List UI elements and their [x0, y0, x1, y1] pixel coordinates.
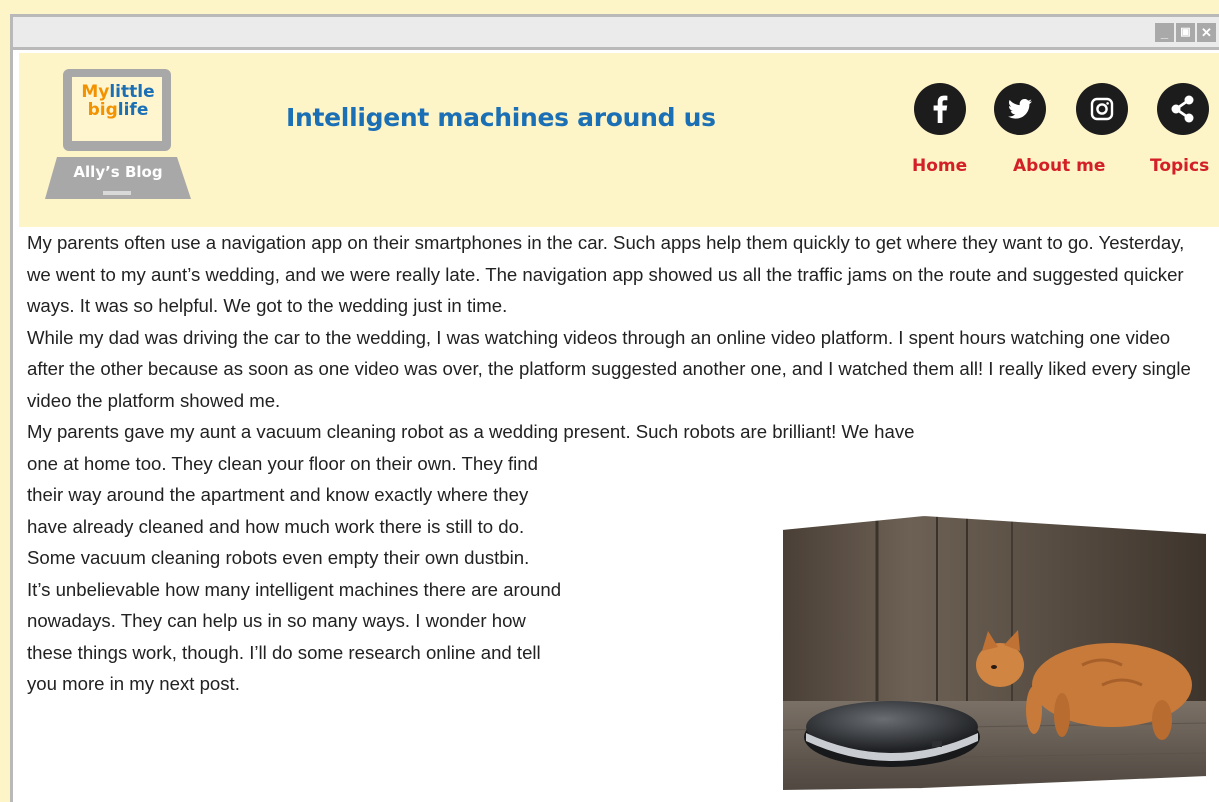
- logo-caption: Ally’s Blog: [73, 163, 163, 181]
- share-icon[interactable]: [1157, 83, 1209, 135]
- post-paragraph-3-wrapped: one at home too. They clean your floor o…: [27, 448, 727, 700]
- page-title: Intelligent machines around us: [286, 103, 716, 132]
- post-line: these things work, though. I’ll do some …: [27, 641, 541, 663]
- post-paragraph-3-first-line: My parents gave my aunt a vacuum cleanin…: [27, 421, 915, 442]
- title-bar: _ ▣ ✕: [13, 17, 1219, 50]
- post-paragraph-1: My parents often use a navigation app on…: [27, 232, 1185, 316]
- post-line: have already cleaned and how much work t…: [27, 515, 525, 537]
- post-line: you more in my next post.: [27, 673, 240, 694]
- instagram-icon[interactable]: [1076, 83, 1128, 135]
- logo-word-life: life: [117, 100, 149, 120]
- facebook-icon[interactable]: [914, 83, 966, 135]
- minimize-icon[interactable]: _: [1155, 23, 1174, 42]
- logo-word-my: My: [81, 82, 110, 102]
- nav-about-link[interactable]: About me: [1013, 156, 1105, 176]
- post-line: It’s unbelievable how many intelligent m…: [27, 578, 562, 600]
- facebook-glyph: [933, 95, 948, 123]
- share-glyph: [1171, 95, 1194, 123]
- post-line: their way around the apartment and know …: [27, 484, 529, 505]
- post-line: nowadays. They can help us in so many wa…: [27, 610, 526, 631]
- nav-home-link[interactable]: Home: [912, 156, 967, 176]
- post-line: one at home too. They clean your floor o…: [27, 452, 538, 474]
- instagram-glyph: [1090, 97, 1114, 121]
- restore-icon[interactable]: ▣: [1176, 23, 1195, 42]
- logo-text: Mylittle biglife: [73, 83, 163, 119]
- logo-word-little: little: [109, 82, 155, 102]
- nav-topics-link[interactable]: Topics: [1150, 156, 1209, 176]
- post-line: Some vacuum cleaning robots even empty t…: [27, 547, 530, 568]
- twitter-glyph: [1008, 98, 1032, 119]
- blog-logo[interactable]: Mylittle biglife Ally’s Blog: [43, 63, 193, 203]
- blog-header: Mylittle biglife Ally’s Blog Intelligent…: [19, 53, 1219, 227]
- cat-and-robot-vacuum-image: [781, 513, 1208, 793]
- post-paragraph-2: While my dad was driving the car to the …: [27, 326, 1191, 411]
- logo-word-big: big: [87, 100, 118, 120]
- cat-robot-photo: [781, 513, 1208, 793]
- twitter-icon[interactable]: [994, 83, 1046, 135]
- close-icon[interactable]: ✕: [1197, 23, 1216, 42]
